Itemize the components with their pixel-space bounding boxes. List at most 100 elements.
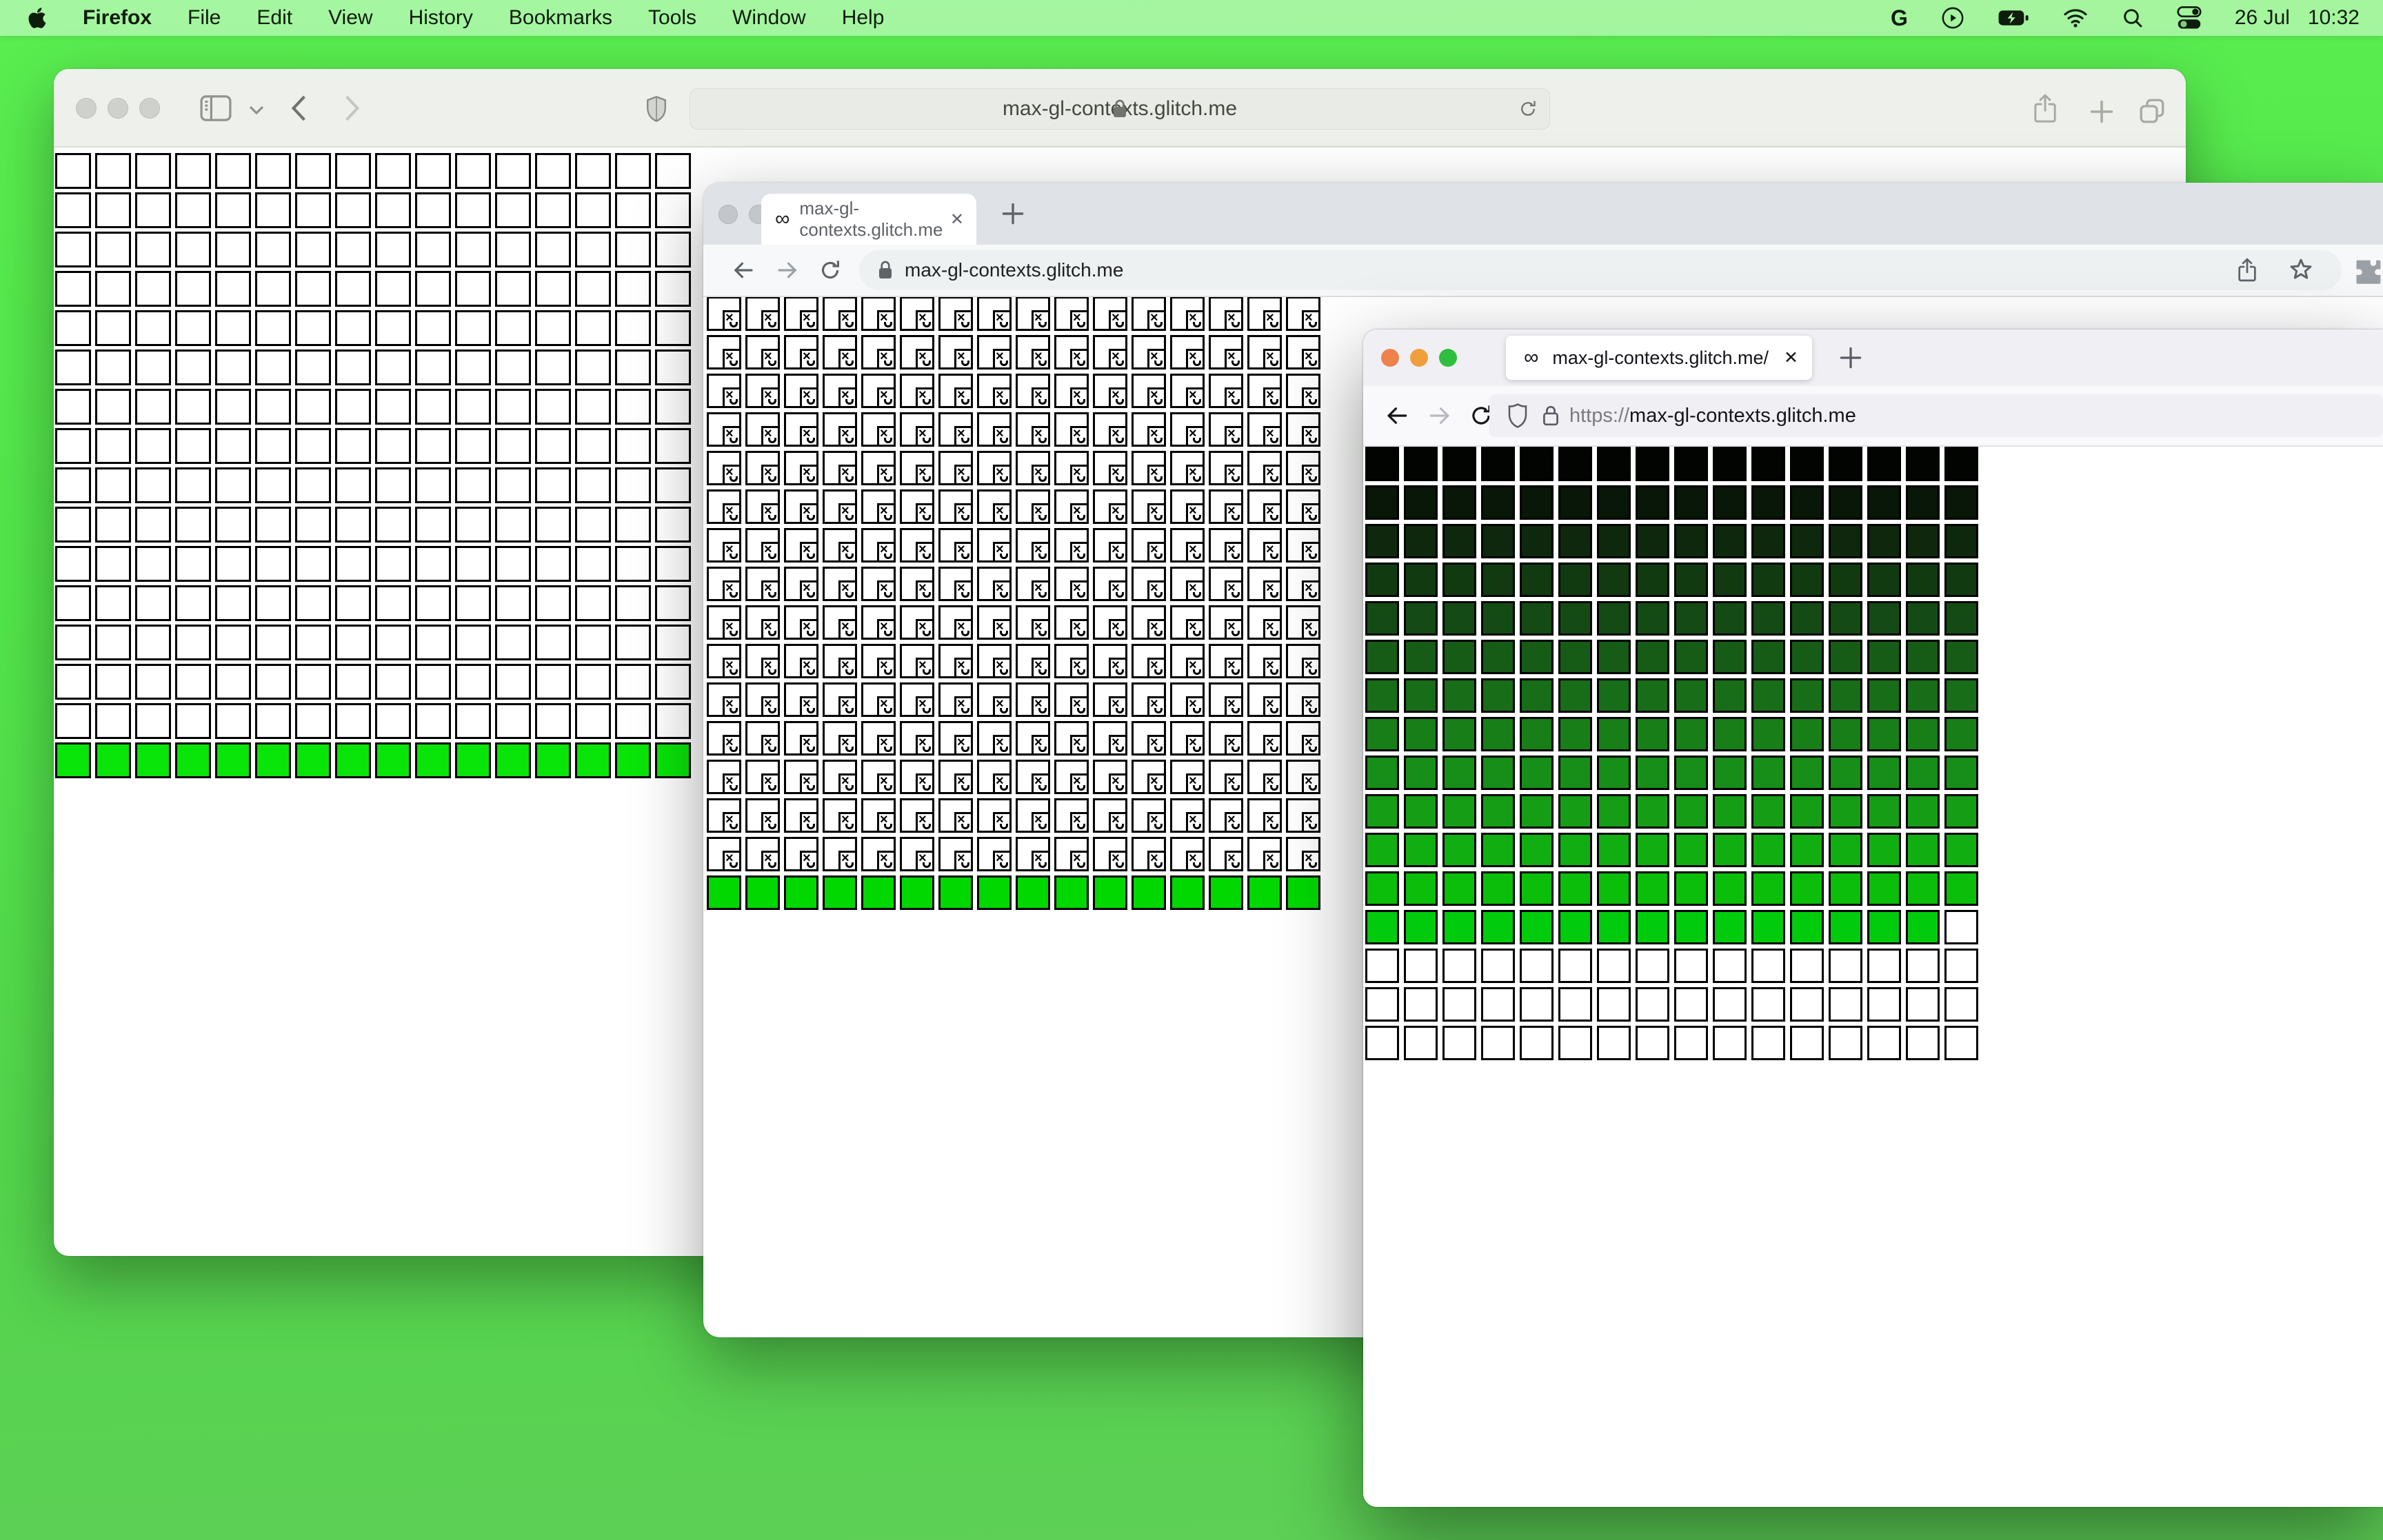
- canvas-cell: [1674, 717, 1708, 751]
- zoom-window-button[interactable]: [139, 98, 160, 119]
- canvas-cell-broken-image: ×: [1247, 837, 1282, 871]
- bookmark-star-icon[interactable]: [2288, 256, 2314, 283]
- reload-icon[interactable]: [818, 258, 843, 283]
- canvas-cell: [1520, 871, 1554, 906]
- forward-button-icon[interactable]: [775, 258, 800, 283]
- broken-image-icon: ×: [1109, 349, 1127, 369]
- canvas-cell: [615, 428, 651, 464]
- broken-image-icon: ×: [800, 580, 818, 601]
- share-icon[interactable]: [2235, 256, 2259, 284]
- canvas-cell-broken-image: ×: [1247, 605, 1282, 640]
- canvas-cell: [535, 703, 571, 739]
- close-window-button[interactable]: [1381, 349, 1399, 367]
- canvas-cell-broken-image: ×: [1170, 798, 1205, 833]
- menubar-date: 26 Jul: [2234, 6, 2290, 29]
- sidebar-chevron-down-icon[interactable]: [248, 105, 265, 116]
- canvas-cell: [655, 742, 691, 778]
- canvas-cell: [455, 742, 491, 778]
- new-tab-button[interactable]: [1839, 346, 1862, 369]
- canvas-cell: [255, 664, 291, 700]
- menu-view[interactable]: View: [328, 6, 372, 30]
- broken-image-icon: ×: [916, 696, 934, 717]
- canvas-cell: [455, 389, 491, 425]
- broken-image-icon: ×: [1032, 465, 1050, 485]
- extensions-puzzle-icon[interactable]: [2353, 258, 2383, 288]
- canvas-cell-broken-image: ×: [745, 760, 780, 794]
- broken-image-icon: ×: [877, 542, 896, 563]
- search-icon[interactable]: [2122, 7, 2144, 29]
- canvas-cell-broken-image: ×: [938, 528, 973, 563]
- broken-image-icon: ×: [954, 773, 973, 794]
- wifi-icon[interactable]: [2062, 8, 2089, 28]
- share-icon[interactable]: [2031, 92, 2059, 124]
- canvas-cell: [1404, 601, 1438, 636]
- broken-image-icon: ×: [916, 310, 934, 331]
- canvas-cell: [1944, 949, 1978, 983]
- tracking-shield-icon[interactable]: [1507, 403, 1528, 428]
- reload-icon[interactable]: [1518, 98, 1538, 120]
- chrome-url-field[interactable]: max-gl-contexts.glitch.me: [859, 250, 2342, 290]
- canvas-cell: [1404, 910, 1438, 944]
- canvas-cell-broken-image: ×: [1132, 682, 1166, 717]
- menu-app-name[interactable]: Firefox: [83, 6, 152, 30]
- broken-image-icon: ×: [800, 503, 818, 524]
- canvas-cell-broken-image: ×: [1054, 451, 1089, 485]
- canvas-cell-broken-image: ×: [1093, 412, 1127, 447]
- back-button-icon[interactable]: [731, 258, 756, 283]
- canvas-cell: [495, 703, 531, 739]
- canvas-cell: [1558, 756, 1592, 790]
- back-button-icon[interactable]: [1384, 403, 1410, 429]
- menu-tools[interactable]: Tools: [648, 6, 696, 30]
- menu-file[interactable]: File: [188, 6, 221, 30]
- close-window-button[interactable]: [718, 205, 738, 224]
- canvas-cell: [1365, 524, 1399, 558]
- canvas-cell-broken-image: ×: [900, 412, 934, 447]
- canvas-cell: [535, 507, 571, 543]
- chrome-active-tab[interactable]: ∞ max-gl-contexts.glitch.me ✕: [761, 194, 976, 245]
- tab-overview-icon[interactable]: [2138, 97, 2166, 125]
- close-window-button[interactable]: [76, 98, 97, 119]
- canvas-cell: [1944, 871, 1978, 906]
- sidebar-icon[interactable]: [200, 95, 232, 121]
- broken-image-icon: ×: [1263, 503, 1282, 524]
- broken-image-icon: ×: [916, 773, 934, 794]
- canvas-cell-broken-image: ×: [1286, 451, 1320, 485]
- menu-help[interactable]: Help: [842, 6, 885, 30]
- safari-url-field[interactable]: max-gl-contexts.glitch.me: [690, 88, 1550, 130]
- canvas-cell: [55, 153, 91, 189]
- broken-image-icon: ×: [723, 426, 741, 447]
- zoom-window-button[interactable]: [1439, 349, 1457, 367]
- menu-bookmarks[interactable]: Bookmarks: [509, 6, 612, 30]
- canvas-cell-broken-image: ×: [1286, 335, 1320, 369]
- tab-close-icon[interactable]: ✕: [950, 210, 964, 230]
- new-tab-plus-icon[interactable]: [2089, 99, 2114, 124]
- canvas-cell: [335, 271, 371, 307]
- broken-image-icon: ×: [800, 658, 818, 678]
- menu-window[interactable]: Window: [732, 6, 806, 30]
- canvas-cell: [655, 507, 691, 543]
- back-button-icon[interactable]: [290, 94, 308, 123]
- canvas-cell: [1867, 794, 1901, 829]
- battery-charging-icon[interactable]: [1998, 6, 2029, 30]
- broken-image-icon: ×: [761, 735, 780, 756]
- control-center-icon[interactable]: [2177, 6, 2202, 30]
- minimize-window-button[interactable]: [108, 98, 128, 119]
- canvas-cell: [1867, 871, 1901, 906]
- apple-icon[interactable]: [28, 6, 47, 30]
- firefox-active-tab[interactable]: ∞ max-gl-contexts.glitch.me/ ✕: [1506, 336, 1812, 380]
- menu-edit[interactable]: Edit: [257, 6, 292, 30]
- firefox-url-field[interactable]: https://max-gl-contexts.glitch.me: [1489, 394, 2383, 437]
- google-menu-icon[interactable]: G: [1891, 6, 1908, 31]
- canvas-cell: [900, 875, 934, 910]
- canvas-cell-broken-image: ×: [745, 837, 780, 871]
- menu-history[interactable]: History: [409, 6, 473, 30]
- tab-close-icon[interactable]: ✕: [1784, 347, 1798, 368]
- privacy-shield-icon[interactable]: [645, 95, 667, 123]
- broken-image-icon: ×: [877, 465, 896, 485]
- minimize-window-button[interactable]: [1410, 349, 1428, 367]
- canvas-cell-broken-image: ×: [1170, 374, 1205, 408]
- new-tab-button[interactable]: [1001, 202, 1025, 225]
- play-circle-icon[interactable]: [1941, 6, 1964, 30]
- broken-image-icon: ×: [1302, 851, 1320, 871]
- canvas-cell: [215, 153, 251, 189]
